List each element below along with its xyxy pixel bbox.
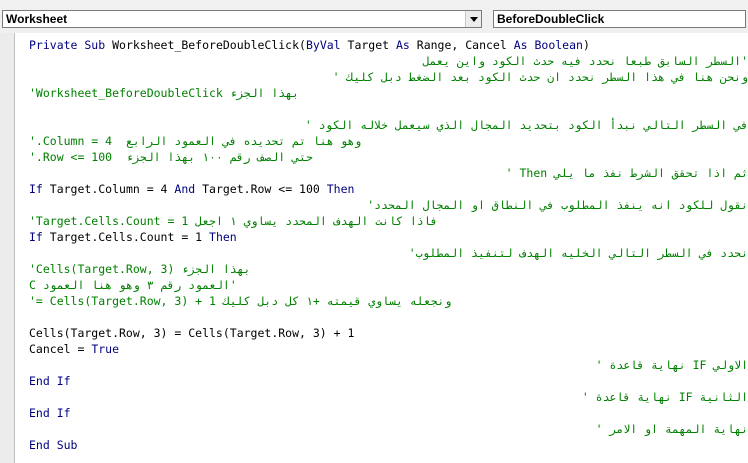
keyword-token: End If — [29, 406, 71, 420]
code-token: Target.Cells.Count = 1 — [49, 230, 210, 244]
object-combo[interactable]: Worksheet — [2, 10, 482, 28]
code-editor[interactable]: Private Sub Worksheet_BeforeDoubleClick(… — [0, 33, 748, 463]
keyword-token: Then — [326, 182, 355, 196]
procedure-combo-value: BeforeDoubleClick — [497, 12, 605, 26]
comment-line[interactable]: الاولي IF نهاية قاعدة ' — [29, 357, 748, 373]
comment-line[interactable]: نقول للكود انه ينفذ المطلوب في النطاق او… — [29, 197, 748, 213]
code-token: Cancel = — [29, 342, 92, 356]
margin-indicator-bar[interactable] — [0, 33, 15, 463]
keyword-token: If — [29, 182, 50, 196]
keyword-token: Then — [209, 230, 237, 244]
comment-line[interactable]: الثانية IF نهاية قاعدة ' — [29, 389, 748, 405]
keyword-token: If — [29, 230, 50, 244]
keyword-token: End Sub — [29, 438, 78, 452]
comment-line[interactable]: '.Column = 4 وهو هنا تم تحديده في العمود… — [29, 133, 748, 149]
code-token: Target.Row <= 100 — [202, 182, 327, 196]
comment-line[interactable]: ونحن هنا في هذا السطر نحدد ان حدث الكود … — [29, 69, 748, 85]
object-combo-dropdown-icon[interactable] — [465, 11, 481, 27]
keyword-token: And — [174, 182, 203, 196]
comment-line[interactable]: ثم اذا تحقق الشرط نفذ ما يلي Then ' — [29, 165, 748, 181]
blank-line[interactable] — [29, 309, 748, 325]
code-token: Target — [347, 38, 396, 52]
comment-line[interactable]: 'Worksheet_BeforeDoubleClick بهذا الجزء — [29, 85, 748, 101]
blank-line[interactable] — [29, 101, 748, 117]
keyword-token: End If — [29, 374, 71, 388]
comment-line[interactable]: في السطر التالي نبدأ الكود بتحديد المجال… — [29, 117, 748, 133]
code-line[interactable]: Cancel = True — [29, 341, 748, 357]
code-line[interactable]: If Target.Column = 4 And Target.Row <= 1… — [29, 181, 748, 197]
code-line[interactable]: End Sub — [29, 437, 748, 453]
comment-line[interactable]: 'Target.Cells.Count = 1 فاذا كانت الهدف … — [29, 213, 748, 229]
comment-line[interactable]: نهاية المهمة او الامر ' — [29, 421, 748, 437]
keyword-token: True — [91, 342, 120, 356]
code-line[interactable]: Private Sub Worksheet_BeforeDoubleClick(… — [29, 37, 748, 53]
comment-line[interactable]: نحدد في السطر التالي الخليه الهدف لتنفيذ… — [29, 245, 748, 261]
keyword-token: Private Sub — [29, 38, 113, 52]
code-line[interactable]: End If — [29, 373, 748, 389]
comment-line[interactable]: '.Row <= 100 حتي الصف رقم ١٠٠ بهذا الجزء — [29, 149, 748, 165]
code-token: Range, Cancel — [416, 38, 514, 52]
code-token: Target.Column = 4 — [49, 182, 175, 196]
code-token: ) — [582, 38, 590, 52]
comment-line[interactable]: C العمود رقم ٣ وهو هنا العمود' — [29, 277, 748, 293]
keyword-token: ByVal — [305, 38, 348, 52]
keyword-token: As Boolean — [513, 38, 583, 52]
code-line[interactable]: End If — [29, 405, 748, 421]
code-line[interactable]: Cells(Target.Row, 3) = Cells(Target.Row,… — [29, 325, 748, 341]
comment-line[interactable]: 'Cells(Target.Row, 3) بهذا الجزء — [29, 261, 748, 277]
code-token: Cells(Target.Row, 3) = Cells(Target.Row,… — [29, 326, 355, 340]
code-line[interactable]: If Target.Cells.Count = 1 Then — [29, 229, 748, 245]
object-combo-value: Worksheet — [6, 12, 68, 26]
comment-line[interactable]: '= Cells(Target.Row, 3) + 1 ونجعله يساوي… — [29, 293, 748, 309]
keyword-token: As — [395, 38, 417, 52]
procedure-combo[interactable]: BeforeDoubleClick — [493, 10, 746, 28]
comment-line[interactable]: 'السطر السابق طبعا نحدد فيه حدث الكود وا… — [29, 53, 748, 69]
code-area[interactable]: Private Sub Worksheet_BeforeDoubleClick(… — [29, 37, 748, 453]
code-token: Worksheet_BeforeDoubleClick( — [112, 38, 306, 52]
